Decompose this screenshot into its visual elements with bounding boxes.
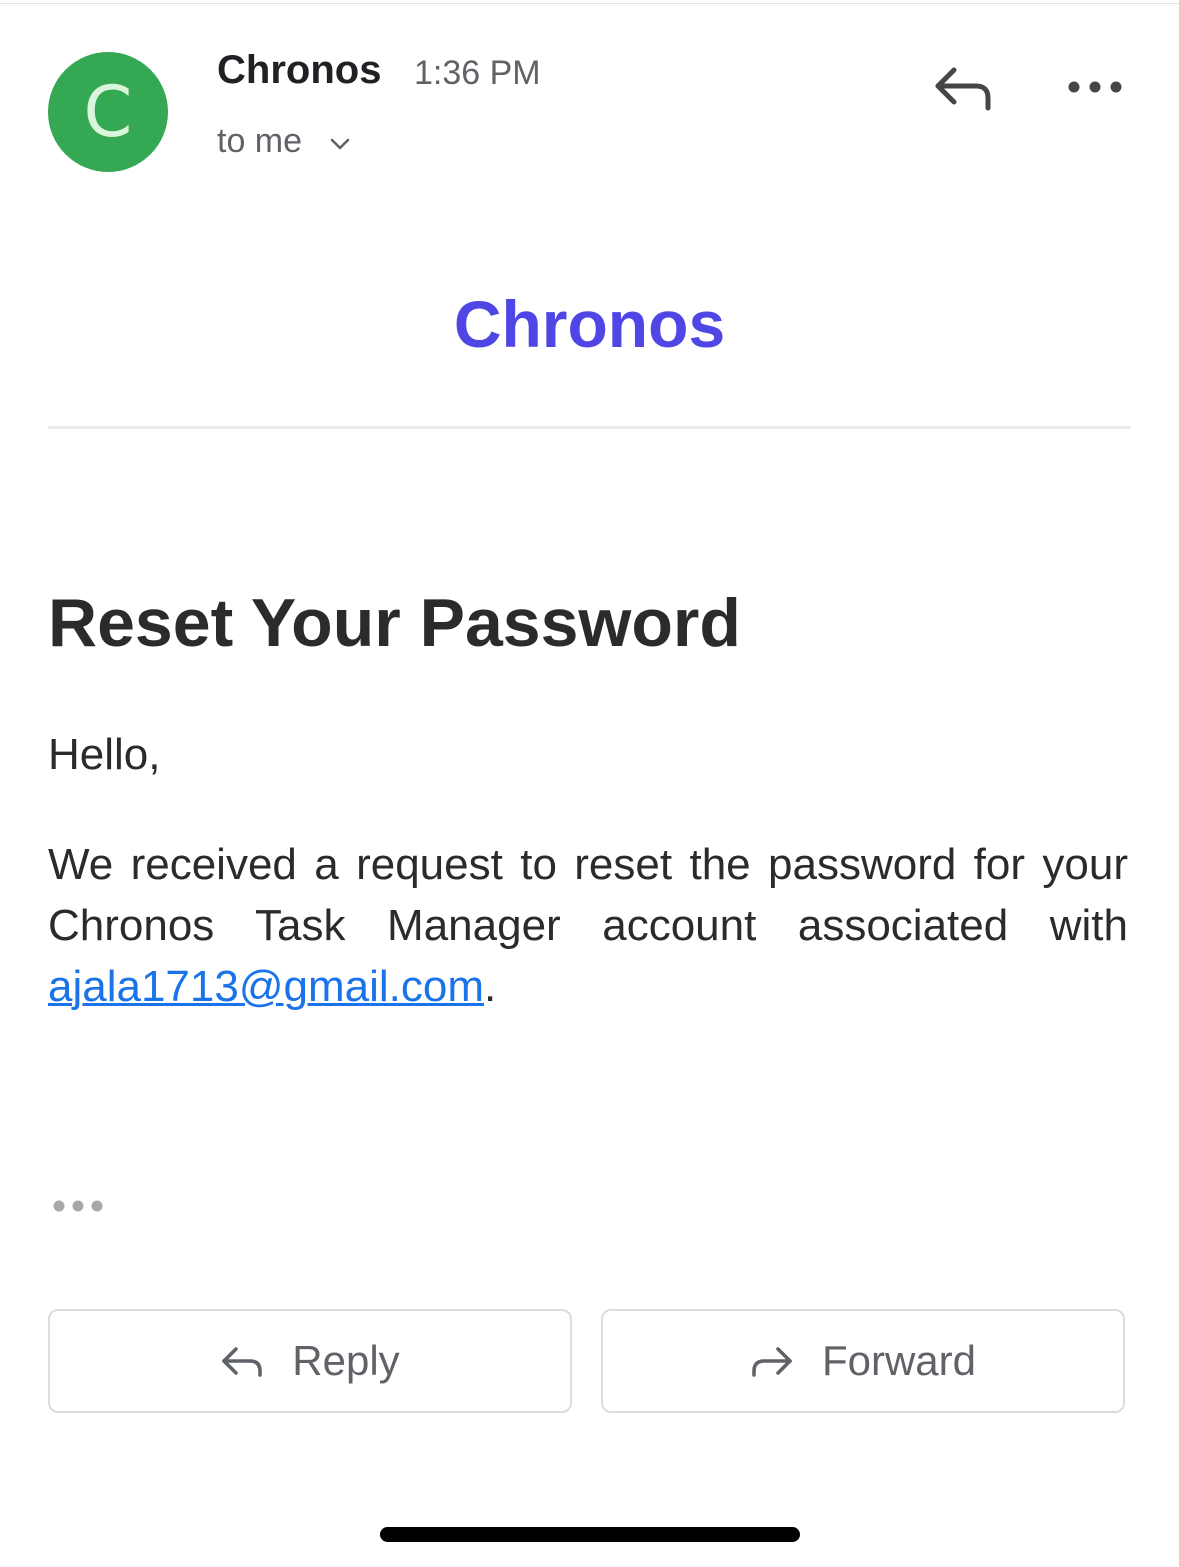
reply-label: Reply (292, 1337, 400, 1384)
brand-divider (48, 426, 1131, 429)
recipient-line[interactable]: to me (217, 122, 302, 161)
avatar[interactable]: C (48, 52, 168, 172)
ellipsis-icon[interactable] (52, 1198, 104, 1214)
top-divider (0, 3, 1179, 4)
home-indicator[interactable] (380, 1527, 800, 1542)
sender-name[interactable]: Chronos (217, 48, 381, 93)
forward-arrow-icon (752, 1347, 792, 1377)
chevron-down-icon[interactable] (327, 131, 353, 157)
body-text-end: . (484, 962, 497, 1011)
body-text-start: We received a request to reset the passw… (48, 840, 1128, 950)
greeting: Hello, (48, 730, 161, 779)
body-paragraph: We received a request to reset the passw… (48, 834, 1128, 1017)
email-heading: Reset Your Password (48, 585, 741, 661)
brand-title: Chronos (453, 287, 726, 361)
reply-icon[interactable] (932, 62, 996, 114)
reply-arrow-icon (222, 1347, 263, 1377)
more-options-icon[interactable] (1064, 72, 1126, 102)
email-link[interactable]: ajala1713@gmail.com (48, 962, 484, 1011)
timestamp: 1:36 PM (414, 54, 541, 92)
forward-label: Forward (821, 1337, 977, 1384)
forward-button[interactable]: Forward (601, 1309, 1125, 1413)
reply-button[interactable]: Reply (48, 1309, 572, 1413)
